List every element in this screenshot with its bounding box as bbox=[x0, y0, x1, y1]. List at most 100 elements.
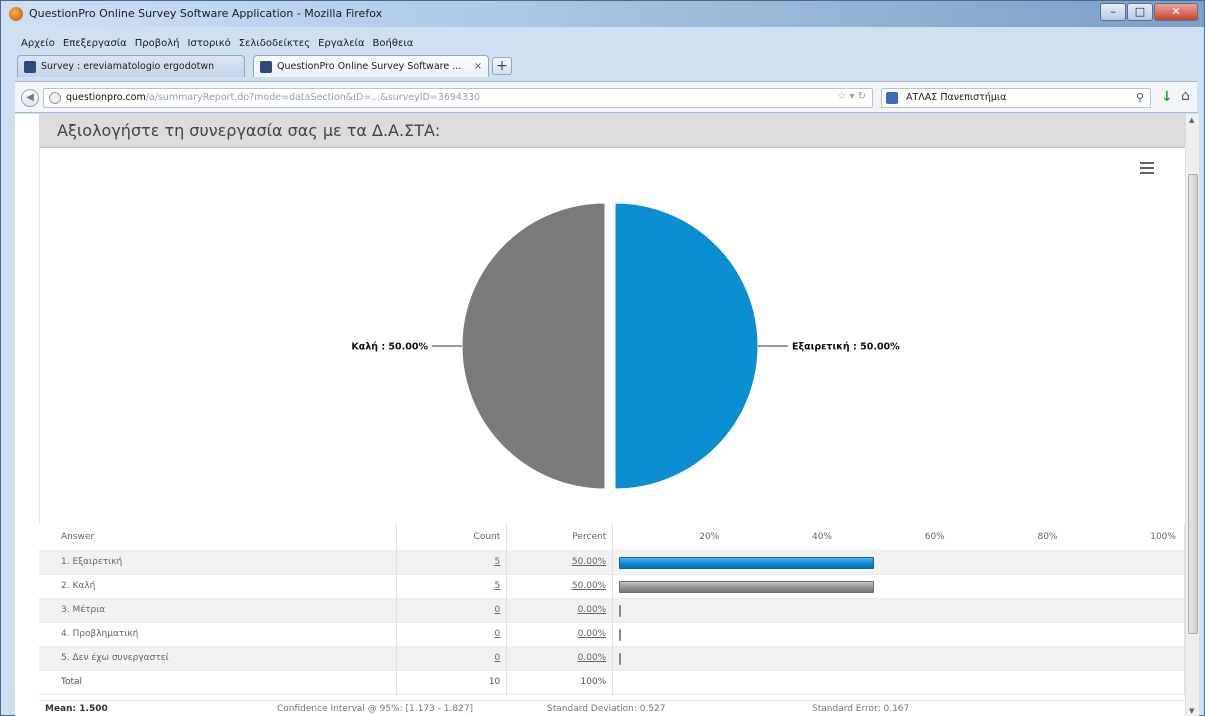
url-domain: questionpro.com bbox=[66, 92, 146, 103]
count-link[interactable]: 0 bbox=[495, 605, 501, 615]
scale-tick: 20% bbox=[699, 531, 720, 542]
scroll-up-icon[interactable]: ▲ bbox=[1189, 116, 1194, 124]
address-bar[interactable]: questionpro.com/a/summaryReport.do?mode=… bbox=[43, 88, 873, 108]
count-link[interactable]: 5 bbox=[495, 557, 501, 567]
menu-view[interactable]: Προβολή bbox=[131, 38, 184, 49]
results-table: Answer Count Percent 20% 40% 60% 80% 100… bbox=[39, 524, 1185, 695]
pie-data-label: Εξαιρετική : 50.00% bbox=[792, 342, 900, 353]
header-answer: Answer bbox=[39, 524, 398, 550]
scale-tick: 60% bbox=[924, 531, 945, 542]
vertical-scrollbar[interactable]: ▲ ▼ bbox=[1185, 114, 1199, 716]
statistics-row: Mean: 1.500 Confidence Interval @ 95%: [… bbox=[39, 700, 1185, 716]
menu-file[interactable]: Αρχείο bbox=[17, 38, 59, 49]
new-tab-button[interactable]: + bbox=[492, 57, 512, 75]
bar-cell bbox=[612, 574, 1185, 598]
percent-cell: 0.00% bbox=[506, 622, 614, 646]
answer-label: Εξαιρετική bbox=[72, 557, 123, 567]
scroll-thumb[interactable] bbox=[1188, 174, 1198, 634]
row-number: 4. bbox=[61, 629, 70, 639]
chart-panel: Εξαιρετική : 50.00% Καλή : 50.00% bbox=[39, 148, 1185, 523]
percent-bar bbox=[619, 604, 622, 617]
search-icon[interactable]: ⚲ bbox=[1136, 91, 1144, 104]
tab-survey[interactable]: Survey : ereviamatologio ergodotwn bbox=[17, 55, 245, 77]
percent-link[interactable]: 0.00% bbox=[578, 653, 607, 663]
percent-link[interactable]: 50.00% bbox=[572, 557, 606, 567]
menu-history[interactable]: Ιστορικό bbox=[184, 38, 235, 49]
percent-cell: 50.00% bbox=[506, 574, 614, 598]
search-input[interactable]: ΑΤΛΑΣ Πανεπιστήμια bbox=[906, 92, 1006, 103]
answer-label: Προβληματική bbox=[72, 629, 139, 639]
total-count: 10 bbox=[396, 670, 508, 694]
pie-data-label: Καλή : 50.00% bbox=[351, 342, 428, 353]
pie-chart: Εξαιρετική : 50.00% Καλή : 50.00% bbox=[351, 202, 900, 490]
percent-link[interactable]: 50.00% bbox=[572, 581, 606, 591]
menu-bar: Αρχείο Επεξεργασία Προβολή Ιστορικό Σελι… bbox=[17, 38, 417, 49]
close-button[interactable]: ✕ bbox=[1154, 3, 1198, 21]
answer-cell: 1. Εξαιρετική bbox=[39, 550, 398, 574]
pie-slice-excellent[interactable] bbox=[614, 202, 759, 490]
scale-tick: 40% bbox=[811, 531, 832, 542]
total-percent: 100% bbox=[506, 670, 614, 694]
answer-label: Μέτρια bbox=[72, 605, 106, 615]
percent-bar bbox=[619, 556, 875, 569]
reload-icon[interactable]: ☆ ▾ ↻ bbox=[837, 91, 866, 102]
menu-help[interactable]: Βοήθεια bbox=[369, 38, 418, 49]
percent-link[interactable]: 0.00% bbox=[578, 629, 607, 639]
percent-link[interactable]: 0.00% bbox=[578, 605, 607, 615]
menu-tools[interactable]: Εργαλεία bbox=[314, 38, 368, 49]
bar-cell bbox=[612, 622, 1185, 646]
answer-label: Καλή bbox=[72, 581, 96, 591]
window-controls: – □ ✕ bbox=[1099, 3, 1198, 21]
download-icon[interactable]: ↓ bbox=[1161, 89, 1173, 105]
tab-questionpro[interactable]: QuestionPro Online Survey Software ... × bbox=[253, 55, 489, 77]
percent-bar bbox=[619, 580, 875, 593]
percent-bar bbox=[619, 628, 622, 641]
total-label: Total bbox=[39, 670, 398, 694]
header-scale: 20% 40% 60% 80% 100% bbox=[612, 524, 1185, 550]
count-link[interactable]: 0 bbox=[495, 653, 501, 663]
bar-cell bbox=[612, 646, 1185, 670]
answer-cell: 5. Δεν έχω συνεργαστεί bbox=[39, 646, 398, 670]
bar-cell bbox=[612, 550, 1185, 574]
scale-tick: 80% bbox=[1037, 531, 1058, 542]
count-cell: 0 bbox=[396, 598, 508, 622]
title-bar: QuestionPro Online Survey Software Appli… bbox=[1, 1, 1204, 27]
menu-bookmarks[interactable]: Σελιδοδείκτες bbox=[235, 38, 314, 49]
scroll-down-icon[interactable]: ▼ bbox=[1189, 707, 1194, 715]
minimize-button[interactable]: – bbox=[1100, 3, 1126, 21]
table-row: 5. Δεν έχω συνεργαστεί 0 0.00% bbox=[39, 646, 1185, 670]
answer-label: Δεν έχω συνεργαστεί bbox=[72, 653, 169, 663]
standard-deviation: Standard Deviation: 0.527 bbox=[547, 704, 666, 714]
row-number: 2. bbox=[61, 581, 70, 591]
percent-cell: 0.00% bbox=[506, 646, 614, 670]
url-path: /a/summaryReport.do?mode=dataSection&ID=… bbox=[145, 92, 481, 103]
table-row: 2. Καλή 5 50.00% bbox=[39, 574, 1185, 598]
browser-window: QuestionPro Online Survey Software Appli… bbox=[0, 0, 1205, 716]
row-number: 1. bbox=[61, 557, 70, 567]
pie-slice-good[interactable] bbox=[461, 202, 606, 490]
tab-label: Survey : ereviamatologio ergodotwn bbox=[41, 61, 215, 72]
url-text: questionpro.com/a/summaryReport.do?mode=… bbox=[66, 92, 480, 103]
table-row: 4. Προβληματική 0 0.00% bbox=[39, 622, 1185, 646]
question-title: Αξιολογήστε τη συνεργασία σας με τα Δ.Α.… bbox=[57, 121, 441, 140]
home-icon[interactable]: ⌂ bbox=[1181, 88, 1190, 104]
tab-close-icon[interactable]: × bbox=[468, 61, 482, 72]
menu-edit[interactable]: Επεξεργασία bbox=[59, 38, 131, 49]
bar-cell bbox=[612, 598, 1185, 622]
question-header: Αξιολογήστε τη συνεργασία σας με τα Δ.Α.… bbox=[39, 114, 1185, 148]
row-number: 3. bbox=[61, 605, 70, 615]
tab-label: QuestionPro Online Survey Software ... bbox=[277, 61, 462, 72]
count-cell: 5 bbox=[396, 550, 508, 574]
table-row: 3. Μέτρια 0 0.00% bbox=[39, 598, 1185, 622]
count-link[interactable]: 0 bbox=[495, 629, 501, 639]
answer-cell: 4. Προβληματική bbox=[39, 622, 398, 646]
navigation-bar: ◀ questionpro.com/a/summaryReport.do?mod… bbox=[15, 81, 1197, 113]
confidence-interval: Confidence Interval @ 95%: [1.173 - 1.82… bbox=[277, 704, 474, 714]
maximize-button[interactable]: □ bbox=[1127, 3, 1153, 21]
back-button[interactable]: ◀ bbox=[21, 89, 39, 107]
count-link[interactable]: 5 bbox=[495, 581, 501, 591]
search-bar[interactable]: ΑΤΛΑΣ Πανεπιστήμια ⚲ bbox=[881, 88, 1151, 108]
search-engine-icon[interactable] bbox=[886, 92, 898, 104]
header-percent: Percent bbox=[506, 524, 614, 550]
site-identity-icon[interactable] bbox=[49, 92, 61, 104]
